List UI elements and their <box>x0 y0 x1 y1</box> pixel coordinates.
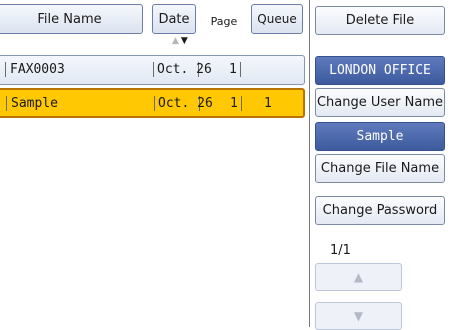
file-name-cell: FAX0003 <box>5 62 65 77</box>
file-page-cell: 1 <box>229 62 241 77</box>
file-row-selected[interactable]: Sample Oct. 26 1 1 <box>0 88 305 118</box>
scroll-up-button[interactable]: ▲ <box>315 263 402 291</box>
panel-divider <box>309 0 310 327</box>
column-header-queue[interactable]: Queue <box>251 4 303 34</box>
delete-file-button[interactable]: Delete File <box>315 6 445 35</box>
column-header-date[interactable]: Date <box>152 4 196 34</box>
arrow-down-icon: ▼ <box>353 309 364 323</box>
change-file-name-button[interactable]: Change File Name <box>315 154 445 183</box>
sort-indicator: ▲▼ <box>172 36 190 46</box>
file-date-cell: Oct. 26 <box>154 96 213 111</box>
user-name-display: LONDON OFFICE <box>315 56 445 85</box>
column-header-page: Page <box>210 14 238 28</box>
file-date-cell: Oct. 26 <box>153 62 212 77</box>
file-name-cell: Sample <box>6 96 58 111</box>
column-header-file-name[interactable]: File Name <box>0 4 143 34</box>
file-name-display: Sample <box>315 122 445 151</box>
sort-descending-icon: ▼ <box>180 36 190 46</box>
file-queue-cell: 1 <box>264 96 272 111</box>
change-password-button[interactable]: Change Password <box>315 196 445 225</box>
file-page-cell: 1 <box>230 96 242 111</box>
change-user-name-button[interactable]: Change User Name <box>315 88 445 117</box>
file-row[interactable]: FAX0003 Oct. 26 1 <box>0 55 305 85</box>
file-list-panel: File Name Date Page Queue ▲▼ FAX0003 Oct… <box>0 0 309 327</box>
scroll-down-button[interactable]: ▼ <box>315 302 402 330</box>
page-counter: 1/1 <box>330 243 351 258</box>
arrow-up-icon: ▲ <box>353 270 364 284</box>
sort-ascending-icon: ▲ <box>172 36 181 46</box>
